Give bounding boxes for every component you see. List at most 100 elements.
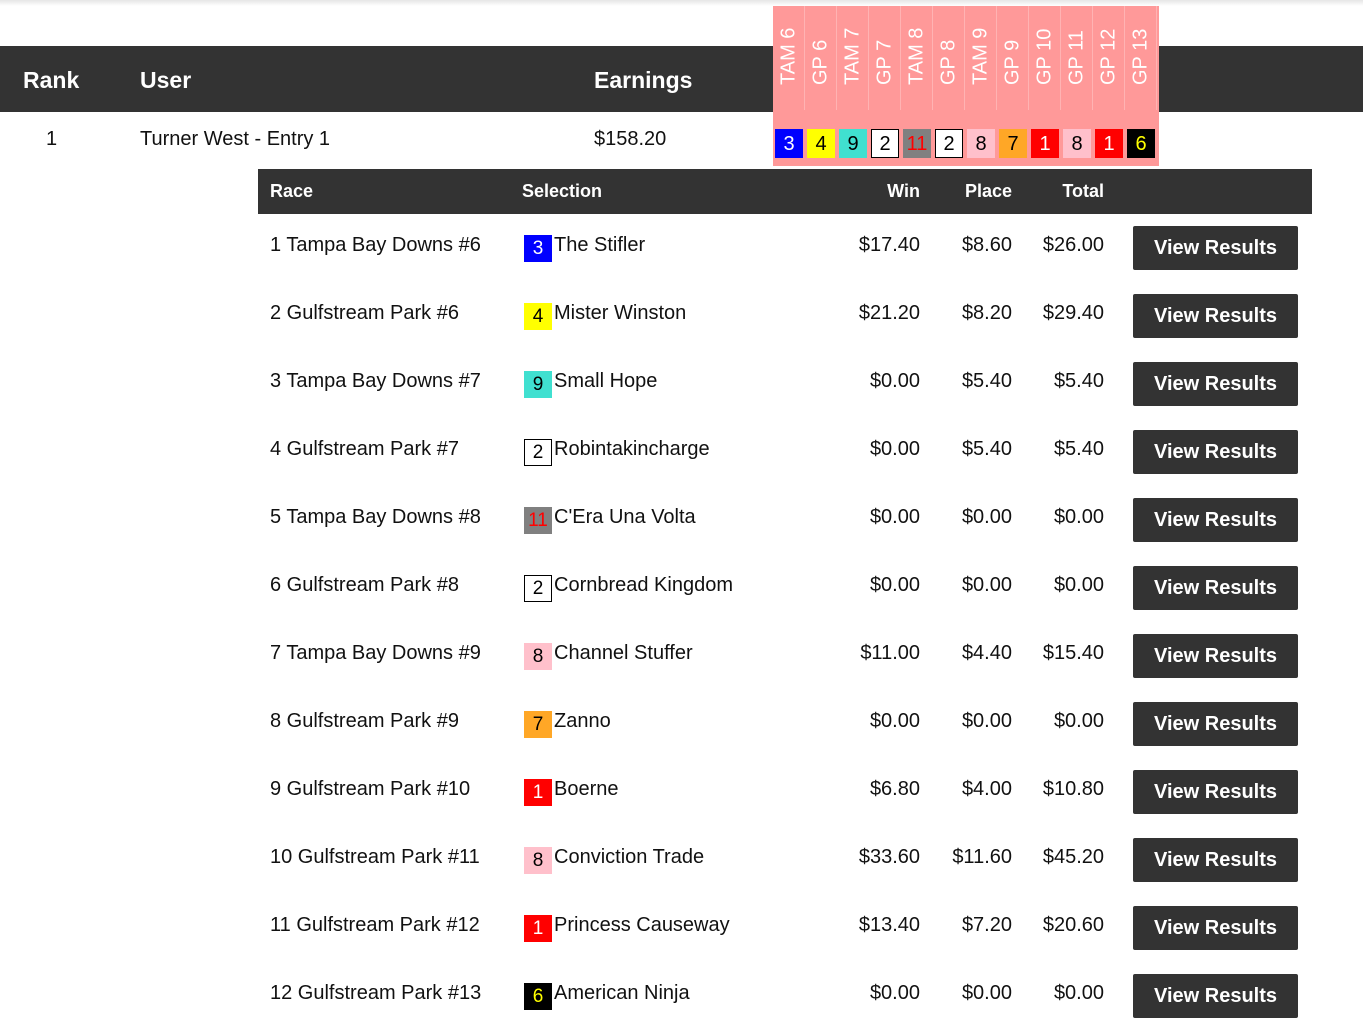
- race-column-label: GP 7: [873, 39, 896, 85]
- total-payout: $15.40: [1042, 642, 1104, 664]
- view-results-button[interactable]: View Results: [1133, 430, 1298, 474]
- race-column-label: GP 8: [937, 39, 960, 85]
- place-payout: $11.60: [952, 846, 1012, 868]
- program-number-badge: 2: [524, 439, 552, 466]
- race-column-header: TAM 6: [773, 6, 805, 110]
- table-row: 7 Tampa Bay Downs #9 8 Channel Stuffer $11.…: [258, 622, 1312, 690]
- total-header: Total: [1062, 181, 1104, 201]
- race-name: 12 Gulfstream Park #13: [270, 982, 482, 1004]
- win-payout: $6.80: [869, 778, 920, 800]
- win-payout: $13.40: [858, 914, 920, 936]
- race-column-header: TAM 9: [965, 6, 997, 110]
- program-number-badge: 2: [524, 575, 552, 602]
- view-results-button[interactable]: View Results: [1133, 498, 1298, 542]
- total-payout: $26.00: [1042, 234, 1104, 256]
- selection-chip: 1: [1031, 129, 1059, 158]
- place-payout: $4.40: [961, 642, 1012, 664]
- table-row: 2 Gulfstream Park #6 4 Mister Winston $21.2…: [258, 282, 1312, 350]
- selection-chip: 4: [807, 129, 835, 158]
- place-payout: $8.60: [961, 234, 1012, 256]
- horse-name: Princess Causeway: [554, 914, 730, 936]
- view-results-button[interactable]: View Results: [1133, 770, 1298, 814]
- total-payout: $10.80: [1042, 778, 1104, 800]
- view-results-button[interactable]: View Results: [1133, 906, 1298, 950]
- detail-table-header: Race Selection Win Place Total: [258, 169, 1312, 214]
- selection-chip: 11: [903, 129, 931, 158]
- win-payout: $0.00: [869, 438, 920, 460]
- win-payout: $0.00: [869, 982, 920, 1004]
- entry-rank: 1: [46, 128, 58, 150]
- user-header: User: [140, 67, 192, 93]
- win-payout: $0.00: [869, 710, 920, 732]
- view-results-button[interactable]: View Results: [1133, 226, 1298, 270]
- race-column-label: GP 12: [1097, 28, 1120, 85]
- entry-user[interactable]: Turner West - Entry 1: [140, 128, 330, 151]
- place-payout: $0.00: [961, 710, 1012, 732]
- selection-header: Selection: [522, 181, 603, 201]
- view-results-button[interactable]: View Results: [1133, 362, 1298, 406]
- view-results-button[interactable]: View Results: [1133, 566, 1298, 610]
- win-payout: $0.00: [869, 370, 920, 392]
- win-payout: $0.00: [869, 574, 920, 596]
- table-row: 11 Gulfstream Park #12 1 Princess Causeway…: [258, 894, 1312, 962]
- program-number-badge: 8: [524, 643, 552, 670]
- total-payout: $0.00: [1053, 982, 1104, 1004]
- view-results-button[interactable]: View Results: [1133, 974, 1298, 1018]
- table-row: 12 Gulfstream Park #13 6 American Ninja $0.…: [258, 962, 1312, 1030]
- selection-chip: 2: [935, 129, 963, 158]
- win-payout: $33.60: [858, 846, 920, 868]
- race-name: 9 Gulfstream Park #10: [270, 778, 471, 800]
- view-results-button[interactable]: View Results: [1133, 294, 1298, 338]
- view-results-button[interactable]: View Results: [1133, 702, 1298, 746]
- program-number-badge: 3: [524, 235, 552, 262]
- selection-chip: 3: [775, 129, 803, 158]
- horse-name: C'Era Una Volta: [554, 506, 696, 528]
- place-payout: $4.00: [961, 778, 1012, 800]
- win-header: Win: [887, 181, 920, 201]
- horse-name: The Stifler: [554, 234, 646, 256]
- total-payout: $5.40: [1053, 370, 1104, 392]
- place-payout: $0.00: [961, 982, 1012, 1004]
- win-payout: $17.40: [858, 234, 920, 256]
- selection-chip: 2: [871, 129, 899, 158]
- place-payout: $5.40: [961, 438, 1012, 460]
- place-payout: $8.20: [961, 302, 1012, 324]
- horse-name: Cornbread Kingdom: [554, 574, 733, 596]
- horse-name: Boerne: [554, 778, 619, 800]
- race-column-header: GP 8: [933, 6, 965, 110]
- race-header: Race: [270, 181, 314, 201]
- entry-earnings: $158.20: [594, 128, 667, 150]
- horse-name: Robintakincharge: [554, 438, 710, 460]
- win-payout: $21.20: [858, 302, 920, 324]
- race-name: 10 Gulfstream Park #11: [270, 846, 480, 868]
- table-row: 10 Gulfstream Park #11 8 Conviction Trade $…: [258, 826, 1312, 894]
- table-row: 3 Tampa Bay Downs #7 9 Small Hope $0.00 $5.4…: [258, 350, 1312, 418]
- race-column-header: TAM 8: [901, 6, 933, 110]
- horse-name: American Ninja: [554, 982, 690, 1004]
- view-results-button[interactable]: View Results: [1133, 838, 1298, 882]
- total-payout: $29.40: [1042, 302, 1104, 324]
- race-name: 11 Gulfstream Park #12: [270, 914, 480, 936]
- race-column-label: GP 9: [1001, 39, 1024, 85]
- race-column-header: GP 13: [1125, 6, 1157, 110]
- win-payout: $11.00: [860, 642, 920, 664]
- table-row: 1 Tampa Bay Downs #6 3 The Stifler $17.40 $8…: [258, 214, 1312, 282]
- total-payout: $20.60: [1042, 914, 1104, 936]
- place-payout: $7.20: [961, 914, 1012, 936]
- race-column-header: GP 9: [997, 6, 1029, 110]
- view-results-button[interactable]: View Results: [1133, 634, 1298, 678]
- selection-chip: 8: [1063, 129, 1091, 158]
- win-payout: $0.00: [869, 506, 920, 528]
- horse-name: Small Hope: [554, 370, 658, 392]
- race-column-header: TAM 7: [837, 6, 869, 110]
- program-number-badge: 1: [524, 779, 552, 806]
- selection-chip: 8: [967, 129, 995, 158]
- earnings-header: Earnings: [594, 67, 693, 93]
- total-payout: $45.20: [1042, 846, 1104, 868]
- race-column-header: GP 7: [869, 6, 901, 110]
- race-name: 8 Gulfstream Park #9: [270, 710, 459, 732]
- horse-name: Conviction Trade: [554, 846, 705, 868]
- place-payout: $0.00: [961, 506, 1012, 528]
- place-header: Place: [964, 181, 1012, 201]
- race-name: 1 Tampa Bay Downs #6: [270, 234, 481, 256]
